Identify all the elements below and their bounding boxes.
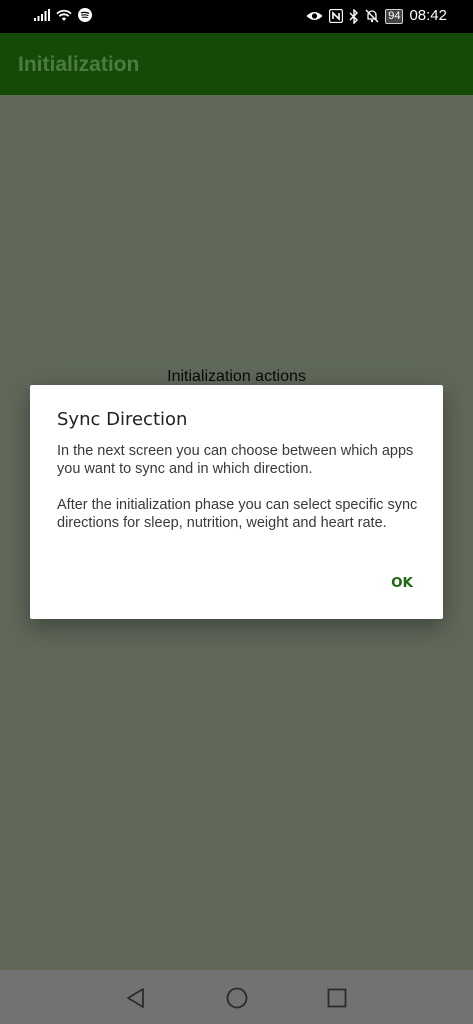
dialog-message: In the next screen you can choose betwee… bbox=[57, 442, 419, 550]
battery-icon: 94 bbox=[385, 8, 404, 24]
status-right: 94 08:42 bbox=[306, 6, 447, 26]
app-bar: Initialization bbox=[0, 33, 473, 95]
app-title: Initialization bbox=[18, 53, 140, 76]
home-icon[interactable] bbox=[225, 986, 249, 1010]
wifi-icon bbox=[56, 9, 72, 21]
recents-icon[interactable] bbox=[325, 986, 349, 1010]
nfc-icon bbox=[329, 9, 344, 23]
back-icon[interactable] bbox=[124, 986, 148, 1010]
sync-direction-dialog: Sync Direction In the next screen you ca… bbox=[30, 385, 443, 619]
signal-icon bbox=[34, 9, 50, 21]
bluetooth-icon bbox=[349, 8, 359, 24]
dialog-paragraph-1: In the next screen you can choose betwee… bbox=[57, 443, 414, 477]
status-left bbox=[34, 8, 92, 22]
navigation-bar bbox=[0, 970, 473, 1024]
mute-icon bbox=[365, 9, 379, 23]
dialog-title: Sync Direction bbox=[57, 409, 188, 430]
initialization-actions-label: Initialization actions bbox=[167, 368, 306, 385]
clock: 08:42 bbox=[409, 7, 447, 24]
eye-icon bbox=[306, 12, 323, 20]
dialog-paragraph-2: After the initialization phase you can s… bbox=[57, 497, 418, 531]
spotify-icon bbox=[78, 8, 92, 22]
ok-button[interactable]: OK bbox=[391, 575, 413, 591]
status-bar: 94 08:42 bbox=[0, 0, 473, 33]
